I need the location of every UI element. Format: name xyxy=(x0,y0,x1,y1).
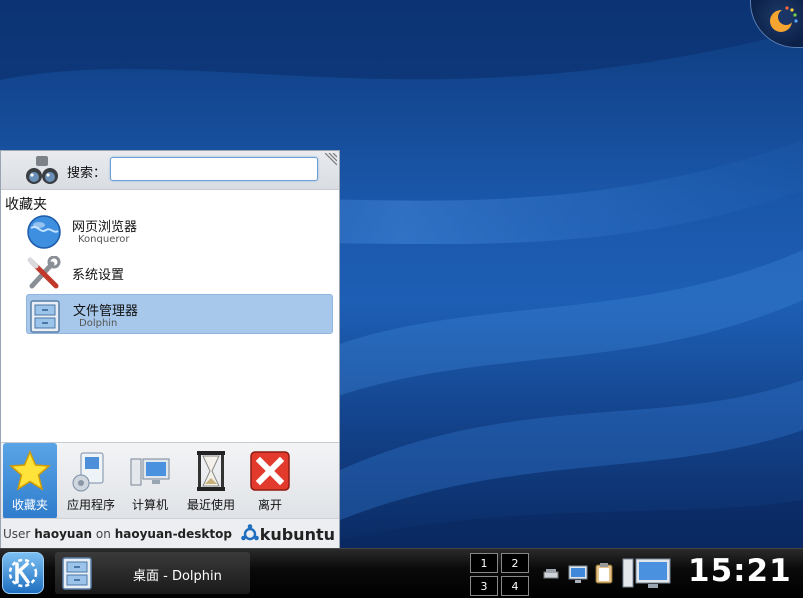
exit-icon xyxy=(250,451,290,491)
favorite-subtitle: Konqueror xyxy=(78,234,130,245)
tab-favorites[interactable]: 收藏夹 xyxy=(3,443,57,519)
clipboard-tray-icon[interactable] xyxy=(594,562,614,584)
desktop-pager: 1 2 3 4 xyxy=(470,551,532,597)
plasma-cashew-icon xyxy=(770,6,798,32)
task-dolphin[interactable]: 桌面 - Dolphin xyxy=(55,552,250,594)
pager-desktop-2[interactable]: 2 xyxy=(501,553,529,573)
tab-label: 计算机 xyxy=(131,498,168,512)
resize-grip-icon[interactable] xyxy=(323,153,337,167)
kickoff-launcher: 搜索： 收藏夹 网页浏览器 Konqueror 系统设置 文件管理器 Dolph… xyxy=(0,150,340,548)
binoculars-icon xyxy=(26,156,58,184)
kde-logo-icon xyxy=(8,558,38,588)
tab-label: 收藏夹 xyxy=(11,498,48,512)
task-label: 桌面 - Dolphin xyxy=(133,569,222,584)
kubuntu-logo: kubuntu xyxy=(240,524,335,544)
tab-applications[interactable]: 应用程序 xyxy=(61,443,121,519)
favorite-item-system-settings[interactable]: 系统设置 xyxy=(26,253,333,293)
file-cabinet-icon xyxy=(62,557,92,590)
system-monitor-icon[interactable] xyxy=(622,556,672,590)
globe-icon xyxy=(27,215,61,249)
launcher-footer: User haoyuan on haoyuan-desktop kubuntu xyxy=(1,518,339,548)
favorite-item-web-browser[interactable]: 网页浏览器 Konqueror xyxy=(26,211,333,251)
taskbar: 桌面 - Dolphin 1 2 3 4 15:21 xyxy=(0,548,803,598)
network-tray-icon[interactable] xyxy=(543,566,559,580)
kubuntu-logo-icon xyxy=(240,524,259,541)
file-cabinet-icon xyxy=(30,300,60,333)
tab-label: 最近使用 xyxy=(186,498,235,512)
favorite-title: 网页浏览器 xyxy=(72,220,138,235)
tab-recent[interactable]: 最近使用 xyxy=(181,443,241,519)
launcher-tab-bar: 收藏夹 应用程序 计算机 最近使用 离开 xyxy=(1,442,339,519)
pager-desktop-3[interactable]: 3 xyxy=(470,576,498,596)
favorite-title: 系统设置 xyxy=(72,268,125,283)
tab-label: 应用程序 xyxy=(66,498,115,512)
favorite-title: 文件管理器 xyxy=(73,304,139,319)
kde-menu-button[interactable] xyxy=(2,552,44,594)
pager-desktop-4[interactable]: 4 xyxy=(501,576,529,596)
favorite-item-file-manager[interactable]: 文件管理器 Dolphin xyxy=(26,294,333,334)
tab-leave[interactable]: 离开 xyxy=(243,443,297,519)
tab-label: 离开 xyxy=(257,498,282,512)
pager-desktop-1[interactable]: 1 xyxy=(470,553,498,573)
launcher-header: 搜索： xyxy=(1,151,339,190)
applications-icon xyxy=(72,452,104,492)
clock[interactable]: 15:21 xyxy=(688,553,792,589)
hourglass-icon xyxy=(197,451,225,491)
display-tray-icon[interactable] xyxy=(568,563,588,585)
computer-icon xyxy=(130,458,170,486)
favorite-subtitle: Dolphin xyxy=(79,318,118,329)
user-info: User haoyuan on haoyuan-desktop xyxy=(3,527,232,541)
tab-computer[interactable]: 计算机 xyxy=(123,443,177,519)
tools-icon xyxy=(27,256,61,289)
search-input[interactable] xyxy=(110,157,318,181)
search-label: 搜索： xyxy=(67,166,107,181)
star-icon xyxy=(9,450,51,491)
